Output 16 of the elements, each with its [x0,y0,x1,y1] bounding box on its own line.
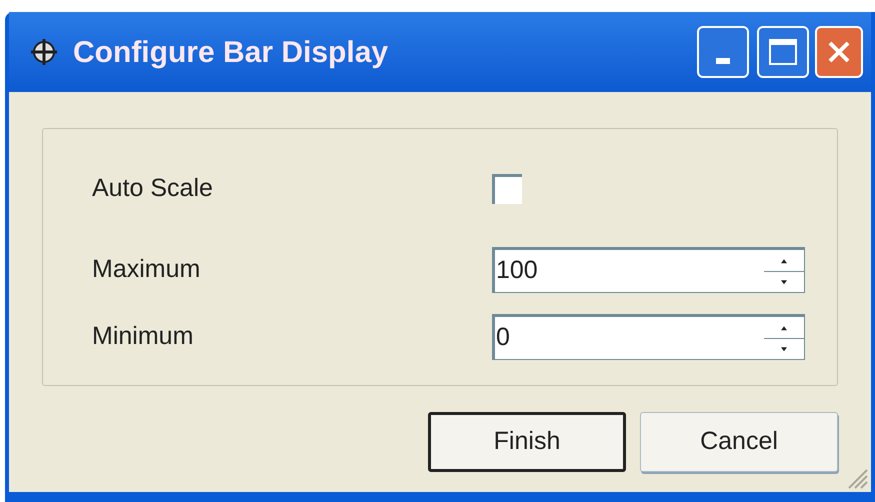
spinner-field[interactable]: 100 [492,247,805,293]
minimize-button[interactable] [697,26,749,78]
window-title: Configure Bar Display [73,34,388,70]
crosshair-icon [29,37,59,67]
spinner-field[interactable]: 0 [492,314,805,360]
dialog-button[interactable]: Finish [428,412,626,472]
minimize-icon [716,58,730,64]
field-label: Maximum [92,254,202,286]
field-label: Minimum [92,321,194,352]
field-label: Auto Scale [92,173,214,204]
dialog-button[interactable]: Cancel [640,412,838,472]
checkbox[interactable] [492,174,522,204]
close-button[interactable] [815,26,863,78]
maximize-icon [769,39,797,65]
maximize-button[interactable] [757,26,809,78]
close-icon [827,40,851,64]
